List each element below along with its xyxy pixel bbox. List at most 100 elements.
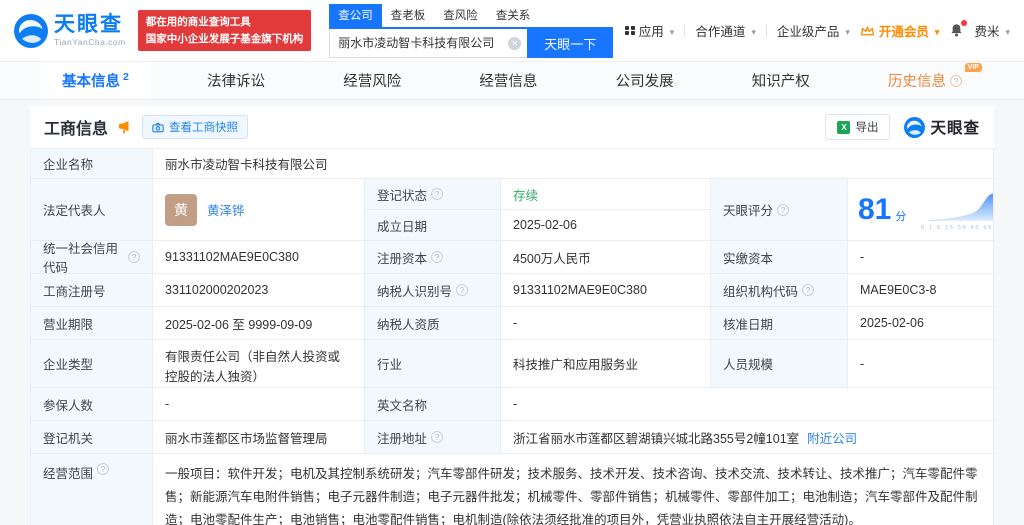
company-tabbar: 基本信息2 法律诉讼 经营风险 经营信息 公司发展 知识产权 VIP 历史信息? <box>0 62 1024 100</box>
notifications-bell[interactable] <box>949 23 964 38</box>
megaphone-icon <box>118 120 132 135</box>
field-label: 登记状态? <box>365 179 501 210</box>
search-box: 查公司 查老板 查风险 查关系 ✕ 天眼一下 <box>329 4 613 58</box>
industry-value: 科技推广和应用服务业 <box>501 340 711 388</box>
tab-ip[interactable]: 知识产权 <box>730 62 832 99</box>
search-tab-company[interactable]: 查公司 <box>329 4 382 27</box>
tianyancha-wave-icon <box>904 117 925 138</box>
search-tab-relation[interactable]: 查关系 <box>487 4 540 27</box>
nav-user[interactable]: 费米 <box>974 21 1010 40</box>
nav-apps[interactable]: 应用 <box>625 21 674 40</box>
field-label: 营业期限 <box>31 307 153 340</box>
staff-size-value: - <box>848 340 993 388</box>
legal-rep-link[interactable]: 黄泽铧 <box>207 200 245 219</box>
reg-status-value: 存续 <box>501 179 711 210</box>
english-name-value: - <box>501 388 993 421</box>
field-label: 企业类型 <box>31 340 153 388</box>
score-axis-labels: 0 1 5 15 50 80 95 99 100 <box>921 224 993 230</box>
reg-address-cell: 浙江省丽水市莲都区碧湖镇兴城北路355号2幢101室 附近公司 <box>501 421 993 454</box>
search-tab-risk[interactable]: 查风险 <box>434 4 487 27</box>
nav-partner[interactable]: 合作通道 <box>695 21 756 40</box>
info-icon[interactable]: ? <box>802 284 814 296</box>
nav-enterprise[interactable]: 企业级产品 <box>777 21 850 40</box>
tab-development[interactable]: 公司发展 <box>594 62 696 99</box>
crown-icon <box>860 25 875 37</box>
field-label: 人员规模 <box>711 340 848 388</box>
score-curve-chart: 0 1 5 15 50 80 95 99 100 <box>912 189 993 231</box>
info-icon[interactable]: ? <box>431 188 443 200</box>
info-icon[interactable]: ? <box>431 431 443 443</box>
field-label: 实缴资本 <box>711 241 848 274</box>
excel-icon: X <box>837 121 850 134</box>
nearby-companies-link[interactable]: 附近公司 <box>807 428 857 447</box>
field-label: 纳税人资质 <box>365 307 501 340</box>
avatar: 黄 <box>165 194 197 226</box>
info-icon[interactable]: ? <box>431 251 443 263</box>
info-icon[interactable]: ? <box>950 75 962 87</box>
search-input[interactable] <box>329 29 527 58</box>
search-button[interactable]: 天眼一下 <box>527 29 613 58</box>
grid-icon <box>625 26 635 36</box>
reg-capital-value: 4500万人民币 <box>501 241 711 274</box>
info-icon[interactable]: ? <box>777 204 789 216</box>
field-label: 工商注册号 <box>31 274 153 307</box>
company-type-value: 有限责任公司（非自然人投资或控股的法人独资） <box>153 340 365 388</box>
section-header: 工商信息 查看工商快照 X 导出 <box>30 106 994 148</box>
info-icon[interactable]: ? <box>97 463 109 475</box>
field-label: 成立日期 <box>365 210 501 241</box>
clear-search-icon[interactable]: ✕ <box>508 37 521 50</box>
export-button[interactable]: X 导出 <box>825 114 890 140</box>
field-label: 统一社会信用代码? <box>31 241 153 274</box>
tianyancha-logo[interactable]: 天眼查 TianYanCha.com <box>14 14 126 48</box>
approval-date-value: 2025-02-06 <box>848 307 993 340</box>
org-code-value: MAE9E0C3-8 <box>848 274 993 307</box>
tianyancha-wave-icon <box>14 14 48 48</box>
tianyan-score-cell: 81 分 0 1 5 15 50 80 95 99 <box>848 179 993 241</box>
field-label: 行业 <box>365 340 501 388</box>
field-label: 法定代表人 <box>31 179 153 241</box>
info-icon[interactable]: ? <box>456 284 468 296</box>
field-label: 注册资本? <box>365 241 501 274</box>
page: 天眼查 TianYanCha.com 都在用的商业查询工具 国家中小企业发展子基… <box>0 0 1024 525</box>
watermark-logo: 天眼查 <box>904 116 980 138</box>
field-label: 天眼评分? <box>711 179 848 241</box>
field-label: 组织机构代码? <box>711 274 848 307</box>
slogan-banner: 都在用的商业查询工具 国家中小企业发展子基金旗下机构 <box>138 10 312 51</box>
insured-count-value: - <box>153 388 365 421</box>
snapshot-button[interactable]: 查看工商快照 <box>142 115 248 139</box>
field-label: 核准日期 <box>711 307 848 340</box>
slogan-line2: 国家中小企业发展子基金旗下机构 <box>146 31 304 47</box>
field-label: 纳税人识别号? <box>365 274 501 307</box>
business-scope-value: 一般项目：软件开发；电机及其控制系统研发；汽车零部件研发；技术服务、技术开发、技… <box>165 463 981 525</box>
establish-date-value: 2025-02-06 <box>501 210 711 241</box>
tab-count-badge: 2 <box>123 71 129 83</box>
camera-icon <box>152 122 164 133</box>
top-header: 天眼查 TianYanCha.com 都在用的商业查询工具 国家中小企业发展子基… <box>0 0 1024 62</box>
tab-basic-info[interactable]: 基本信息2 <box>40 62 151 99</box>
company-name-value: 丽水市凌动智卡科技有限公司 <box>153 149 993 179</box>
taxpayer-quality-value: - <box>501 307 711 340</box>
field-label: 企业名称 <box>31 149 153 179</box>
taxpayer-id-value: 91331102MAE9E0C380 <box>501 274 711 307</box>
search-tab-boss[interactable]: 查老板 <box>382 4 435 27</box>
field-label: 参保人数 <box>31 388 153 421</box>
field-label: 英文名称 <box>365 388 501 421</box>
field-label: 登记机关 <box>31 421 153 454</box>
reg-number-value: 331102000202023 <box>153 274 365 307</box>
vip-badge: VIP <box>965 63 982 72</box>
tab-history[interactable]: VIP 历史信息? <box>866 62 984 99</box>
paid-capital-value: - <box>848 241 993 274</box>
business-info-card: 工商信息 查看工商快照 X 导出 <box>30 106 994 525</box>
tab-business-info[interactable]: 经营信息 <box>457 62 559 99</box>
chevron-down-icon <box>749 24 756 38</box>
tab-operation-risk[interactable]: 经营风险 <box>321 62 423 99</box>
field-label: 注册地址? <box>365 421 501 454</box>
slogan-line1: 都在用的商业查询工具 <box>146 14 304 30</box>
header-nav: 应用 合作通道 企业级产品 开通会员 <box>625 21 1010 40</box>
tab-legal[interactable]: 法律诉讼 <box>185 62 287 99</box>
legal-rep-cell: 黄 黄泽铧 <box>153 179 365 241</box>
chevron-down-icon <box>933 24 940 38</box>
info-icon[interactable]: ? <box>128 251 140 263</box>
nav-vip-upgrade[interactable]: 开通会员 <box>860 21 940 40</box>
logo-domain: TianYanCha.com <box>54 38 126 47</box>
